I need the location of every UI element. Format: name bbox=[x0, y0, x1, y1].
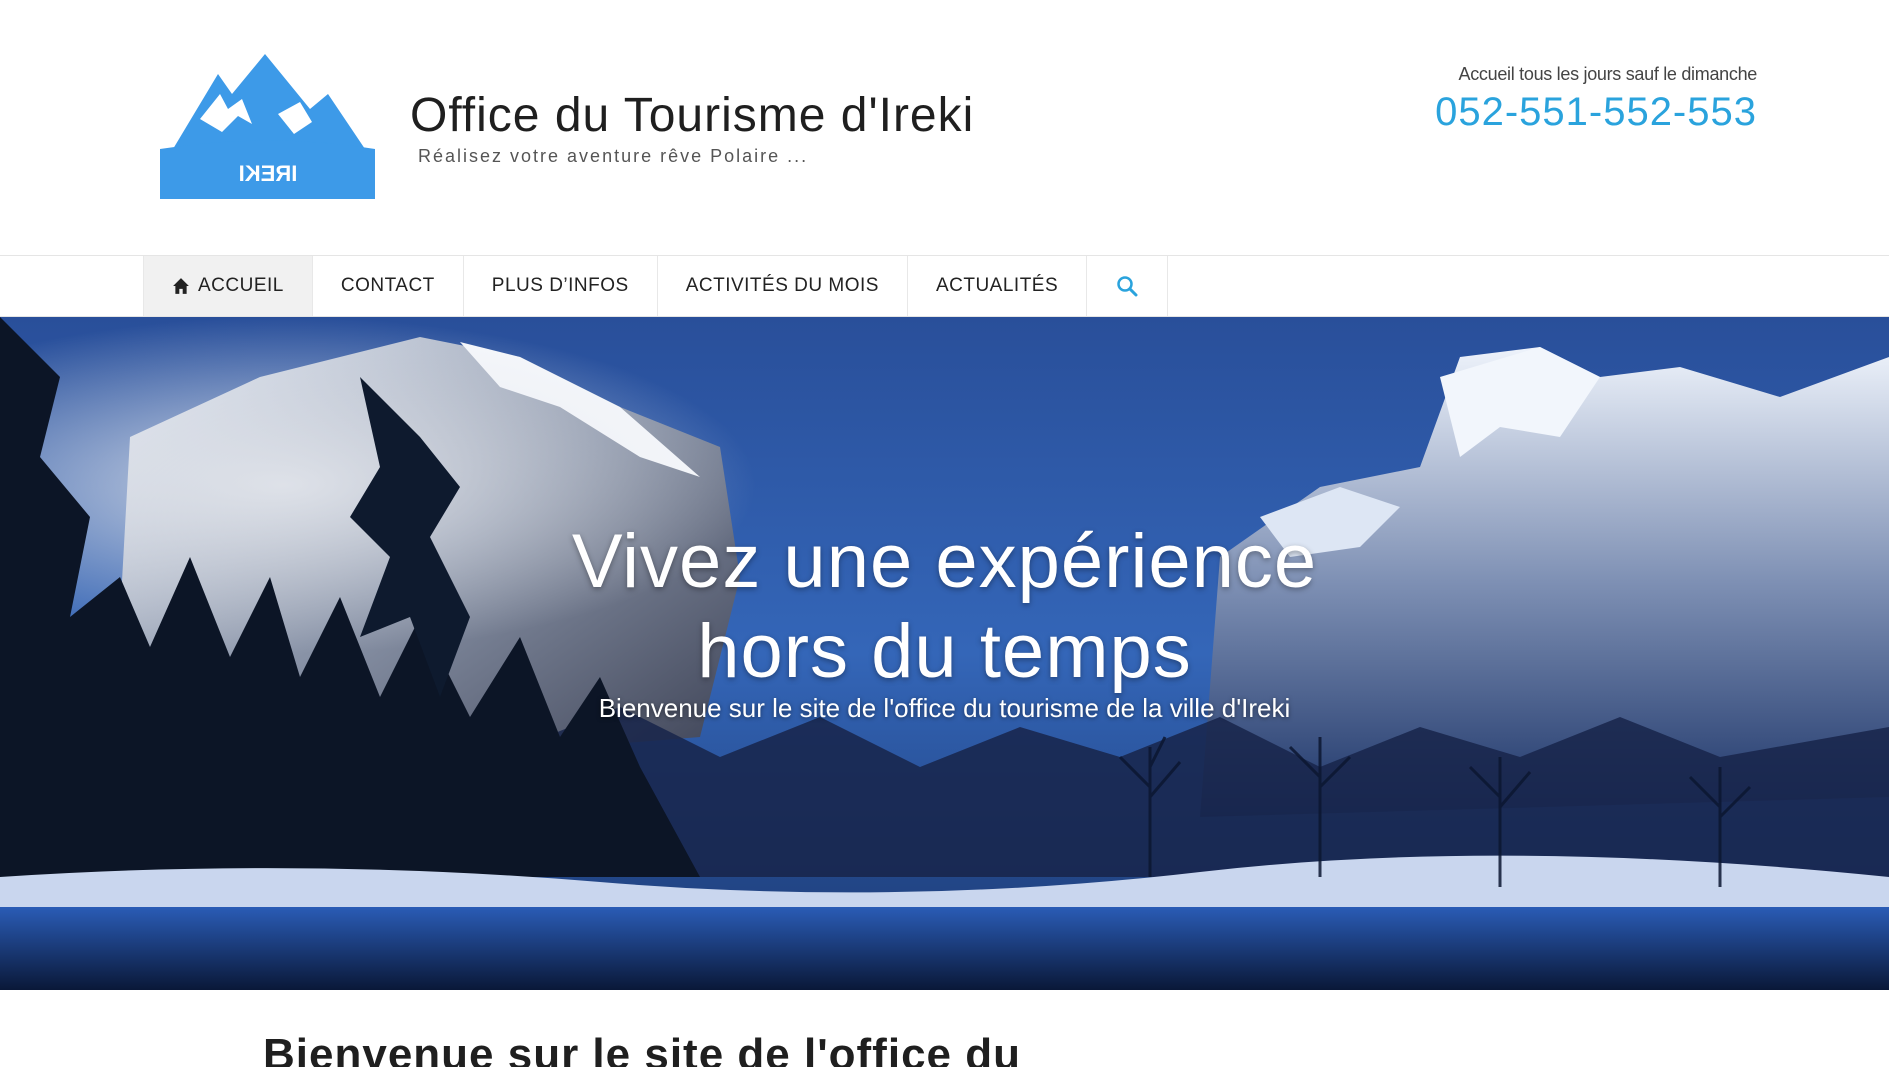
hero-title: Vivez une expérience hors du temps bbox=[0, 517, 1889, 697]
site-tagline: Réalisez votre aventure rêve Polaire ... bbox=[418, 146, 809, 166]
main-navigation: ACCUEIL CONTACT PLUS D’INFOS ACTIVITÉS D… bbox=[0, 255, 1889, 317]
search-icon bbox=[1117, 276, 1138, 297]
nav-label: CONTACT bbox=[340, 275, 435, 296]
search-button[interactable] bbox=[1087, 256, 1169, 316]
nav-item-actualites[interactable]: ACTUALITÉS bbox=[908, 256, 1088, 316]
hero-subtitle: Bienvenue sur le site de l'office du tou… bbox=[598, 693, 1291, 723]
hero-banner: Vivez une expérience hors du temps Bienv… bbox=[0, 317, 1889, 990]
home-icon bbox=[173, 278, 189, 294]
nav-label: ACTUALITÉS bbox=[935, 275, 1059, 296]
nav-label: ACTIVITÉS DU MOIS bbox=[685, 275, 879, 296]
phone-number[interactable]: 052-551-552-553 bbox=[1435, 90, 1757, 135]
opening-hours: Accueil tous les jours sauf le dimanche bbox=[1458, 64, 1758, 84]
nav-list: ACCUEIL CONTACT PLUS D’INFOS ACTIVITÉS D… bbox=[143, 256, 1169, 316]
mountain-logo-icon: IREKI bbox=[160, 54, 375, 199]
intro-heading: Bienvenue sur le site de l'office du bbox=[263, 1030, 1021, 1067]
site-logo[interactable]: IREKI bbox=[160, 54, 375, 199]
site-header: IREKI Office du Tourisme d'Ireki Réalise… bbox=[0, 0, 1889, 255]
nav-label: ACCUEIL bbox=[198, 275, 284, 296]
nav-item-plus-infos[interactable]: PLUS D’INFOS bbox=[464, 256, 658, 316]
hero-title-line1: Vivez une expérience bbox=[571, 519, 1318, 604]
logo-text: IREKI bbox=[239, 161, 298, 186]
site-title[interactable]: Office du Tourisme d'Ireki bbox=[410, 88, 974, 143]
nav-item-activites[interactable]: ACTIVITÉS DU MOIS bbox=[658, 256, 908, 316]
nav-item-contact[interactable]: CONTACT bbox=[313, 256, 464, 316]
nav-label: PLUS D’INFOS bbox=[491, 275, 629, 296]
hero-title-line2: hors du temps bbox=[697, 609, 1192, 694]
nav-item-accueil[interactable]: ACCUEIL bbox=[144, 256, 313, 316]
